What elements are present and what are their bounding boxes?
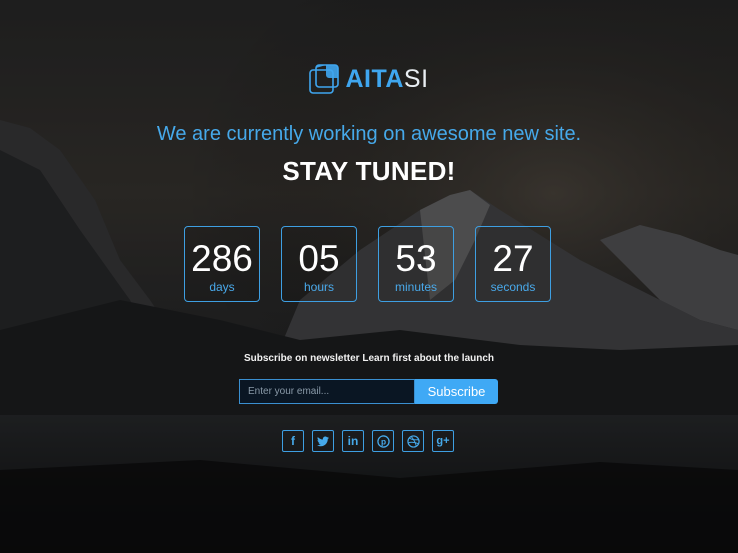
dribbble-icon[interactable]: [402, 430, 424, 452]
countdown-days: 286 days: [184, 226, 260, 302]
countdown-value: 27: [492, 238, 534, 279]
hero-tagline: We are currently working on awesome new …: [156, 123, 582, 145]
pinterest-glyph: p: [380, 436, 385, 446]
dribbble-ball-icon: [406, 434, 420, 448]
countdown-unit: days: [209, 280, 235, 294]
email-input[interactable]: [239, 379, 415, 404]
countdown-value: 05: [298, 238, 340, 279]
social-links: f in p g+: [282, 430, 454, 452]
countdown-hours: 05 hours: [281, 226, 357, 302]
newsletter-text: Subscribe on newsletter Learn first abou…: [243, 353, 495, 364]
pinterest-p-icon: p: [376, 434, 390, 448]
countdown-unit: seconds: [490, 280, 536, 294]
countdown-unit: hours: [303, 280, 335, 294]
countdown-unit: minutes: [394, 280, 438, 294]
facebook-glyph: f: [291, 434, 295, 448]
countdown-minutes: 53 minutes: [378, 226, 454, 302]
facebook-icon[interactable]: f: [282, 430, 304, 452]
google-plus-glyph: g+: [436, 435, 450, 447]
twitter-bird-icon: [317, 436, 329, 446]
subscribe-button[interactable]: Subscribe: [415, 379, 498, 404]
linkedin-glyph: in: [347, 434, 359, 448]
hero-headline: STAY TUNED!: [282, 156, 456, 186]
linkedin-icon[interactable]: in: [342, 430, 364, 452]
brand-name-light: SI: [403, 65, 429, 93]
countdown-timer: 286 days 05 hours 53 minutes 27 seconds: [184, 226, 551, 302]
countdown-value: 53: [395, 238, 437, 279]
brand-name: AITASI: [345, 64, 428, 94]
brand-name-bold: AITA: [345, 65, 404, 93]
countdown-value: 286: [191, 238, 253, 279]
countdown-seconds: 27 seconds: [475, 226, 551, 302]
newsletter-form: Subscribe: [239, 379, 498, 404]
twitter-icon[interactable]: [312, 430, 334, 452]
logo-mark-icon: [309, 64, 340, 94]
pinterest-icon[interactable]: p: [372, 430, 394, 452]
google-plus-icon[interactable]: g+: [432, 430, 454, 452]
brand-logo[interactable]: AITASI: [0, 64, 738, 94]
